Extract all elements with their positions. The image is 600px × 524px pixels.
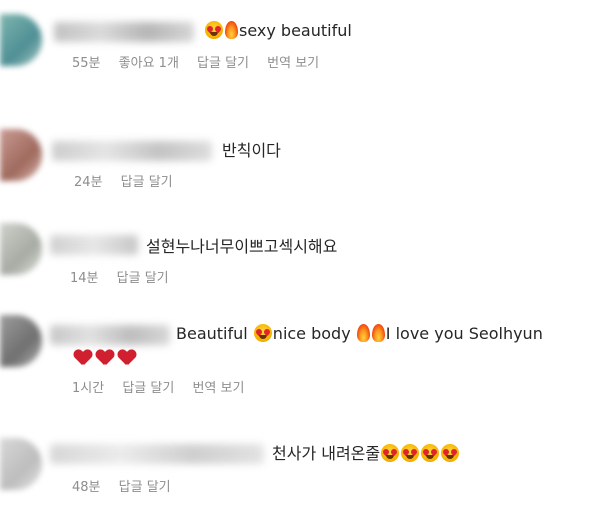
fire-emoji-icon [371,324,385,342]
comment-meta: 48분 답글 달기 [72,480,185,496]
comment-body-part-1: Beautiful [176,324,248,343]
comment-meta: 1시간 답글 달기 번역 보기 [72,381,258,397]
avatar[interactable] [0,438,42,490]
heart-emoji-icon [74,350,92,366]
reply-button[interactable]: 답글 달기 [197,56,249,71]
comment-meta: 55분 좋아요 1개 답글 달기 번역 보기 [72,56,333,72]
avatar[interactable] [0,129,42,181]
heart-emoji-icon [96,350,114,366]
username-blurred[interactable] [50,235,138,255]
reply-button[interactable]: 답글 달기 [122,381,174,396]
translate-button[interactable]: 번역 보기 [192,381,244,396]
comment-4: Beautiful nice body I love you Seolhyun … [0,305,600,415]
comment-time: 48분 [72,480,101,495]
comment-1: sexy beautiful 55분 좋아요 1개 답글 달기 번역 보기 [0,0,600,90]
reply-button[interactable]: 답글 달기 [119,480,171,495]
comment-text-line-2 [72,349,138,369]
reply-button[interactable]: 답글 달기 [117,271,169,286]
heart-eyes-emoji-icon [253,324,272,342]
fire-emoji-icon [225,21,238,39]
heart-eyes-emoji-icon [441,444,460,462]
comment-time: 14분 [70,271,99,286]
comment-time: 24분 [74,175,103,190]
likes-count[interactable]: 좋아요 1개 [119,56,179,71]
comment-text: 반칙이다 [222,141,281,160]
username-blurred[interactable] [50,444,264,464]
comment-meta: 24분 답글 달기 [74,175,187,191]
heart-eyes-emoji-icon [421,444,440,462]
heart-emoji-icon [118,350,136,366]
comment-text: 설현누나너무이쁘고섹시해요 [146,237,338,256]
comment-5: 천사가 내려온줄 48분 답글 달기 [0,420,600,520]
comment-text: 천사가 내려온줄 [272,444,460,464]
comment-2: 반칙이다 24분 답글 달기 [0,105,600,200]
avatar[interactable] [0,14,42,66]
heart-eyes-emoji-icon [401,444,420,462]
comment-text: sexy beautiful [204,21,352,41]
comment-body-part-3: I love you Seolhyun [385,324,543,343]
translate-button[interactable]: 번역 보기 [267,56,319,71]
fire-emoji-icon [356,324,370,342]
comment-text: Beautiful nice body I love you Seolhyun [176,324,543,344]
comment-body: sexy beautiful [239,21,352,40]
heart-eyes-emoji-icon [381,444,400,462]
comment-body: 천사가 내려온줄 [272,444,381,463]
username-blurred[interactable] [50,325,170,345]
comment-time: 1시간 [72,381,105,396]
heart-eyes-emoji-icon [205,21,223,39]
username-blurred[interactable] [52,141,212,161]
reply-button[interactable]: 답글 달기 [121,175,173,190]
comment-meta: 14분 답글 달기 [70,271,183,287]
comment-time: 55분 [72,56,101,71]
avatar[interactable] [0,223,42,275]
username-blurred[interactable] [54,22,194,42]
comment-3: 설현누나너무이쁘고섹시해요 14분 답글 달기 [0,205,600,300]
comment-body-part-2: nice body [272,324,351,343]
avatar[interactable] [0,315,42,367]
